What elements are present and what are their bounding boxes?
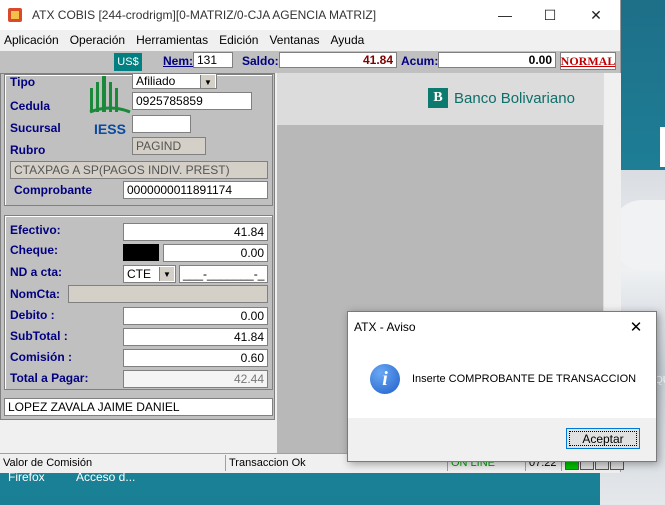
window-title: ATX COBIS [244-crodrigm][0-MATRIZ/0-CJA … — [32, 8, 377, 22]
comision-label: Comisión : — [10, 350, 72, 364]
rubro-label: Rubro — [10, 143, 46, 157]
menu-ayuda[interactable]: Ayuda — [327, 33, 372, 47]
client-name-field: LOPEZ ZAVALA JAIME DANIEL — [4, 398, 273, 416]
sucursal-label: Sucursal — [10, 121, 61, 135]
efectivo-field[interactable]: 41.84 — [123, 223, 268, 241]
tipo-label: Tipo — [10, 75, 36, 89]
cedula-field[interactable]: 0925785859 — [132, 92, 252, 110]
efectivo-label: Efectivo: — [10, 223, 61, 237]
debito-field[interactable]: 0.00 — [123, 307, 268, 325]
total-field: 42.44 — [123, 370, 268, 388]
maximize-button[interactable]: ☐ — [527, 0, 573, 30]
chevron-down-icon[interactable]: ▼ — [200, 75, 215, 88]
acum-field: 0.00 — [438, 52, 556, 68]
title-bar: ATX COBIS [244-crodrigm][0-MATRIZ/0-CJA … — [0, 0, 620, 30]
subtotal-field: 41.84 — [123, 328, 268, 346]
saldo-label: Saldo: — [242, 54, 279, 68]
tipo-value: Afiliado — [136, 74, 176, 88]
info-icon: i — [370, 364, 400, 394]
nd-label: ND a cta: — [10, 265, 63, 279]
total-label: Total a Pagar: — [10, 371, 89, 385]
close-button[interactable]: ✕ — [573, 0, 619, 30]
nd-type-value: CTE — [127, 267, 151, 281]
warning-dialog: ATX - Aviso ✕ i Inserte COMPROBANTE DE T… — [347, 311, 657, 462]
accept-button[interactable]: Aceptar — [566, 428, 640, 449]
saldo-field: 41.84 — [279, 52, 397, 68]
menu-bar: Aplicación Operación Herramientas Edició… — [0, 30, 620, 50]
iess-logo-text: IESS — [94, 121, 126, 137]
nem-label: Nem: — [163, 54, 194, 68]
dialog-message: Inserte COMPROBANTE DE TRANSACCION — [412, 373, 637, 385]
cedula-label: Cedula — [10, 99, 51, 113]
cheque-field[interactable]: 0.00 — [163, 244, 268, 262]
nd-type-select[interactable]: CTE ▼ — [123, 265, 176, 283]
menu-aplicacion[interactable]: Aplicación — [0, 33, 66, 47]
nomcta-label: NomCta: — [10, 287, 60, 301]
mode-indicator: NORMAL — [560, 52, 616, 70]
transaction-description: CTAXPAG A SP(PAGOS INDIV. PREST) — [10, 161, 268, 179]
transaction-panel: IESS Tipo Afiliado ▼ Cedula 0925785859 S… — [0, 73, 275, 420]
menu-ventanas[interactable]: Ventanas — [265, 33, 326, 47]
chevron-down-icon[interactable]: ▼ — [159, 267, 174, 281]
subtotal-label: SubTotal : — [10, 329, 68, 343]
sucursal-field[interactable] — [132, 115, 191, 133]
dialog-close-icon[interactable]: ✕ — [616, 312, 656, 342]
minimize-button[interactable]: — — [482, 0, 528, 30]
acum-label: Acum: — [401, 54, 439, 68]
comision-field: 0.60 — [123, 349, 268, 367]
comprobante-field[interactable]: 0000000011891174 — [123, 181, 268, 199]
status-hint: Valor de Comisión — [0, 455, 226, 471]
comprobante-label: Comprobante — [14, 183, 92, 197]
dialog-title-bar: ATX - Aviso ✕ — [348, 312, 656, 342]
desktop-window-edge — [660, 127, 665, 167]
bank-name: Banco Bolivariano — [454, 89, 575, 107]
bank-logo: B Banco Bolivariano — [428, 88, 575, 108]
dialog-body: i Inserte COMPROBANTE DE TRANSACCION — [348, 342, 656, 418]
menu-edicion[interactable]: Edición — [215, 33, 265, 47]
cheque-indicator[interactable] — [123, 244, 159, 261]
dialog-title: ATX - Aviso — [354, 320, 416, 334]
iess-logo-icon: IESS — [89, 76, 131, 137]
app-icon — [8, 8, 22, 22]
bank-mark-icon: B — [428, 88, 448, 108]
menu-operacion[interactable]: Operación — [66, 33, 132, 47]
cheque-label: Cheque: — [10, 243, 58, 257]
tipo-select[interactable]: Afiliado ▼ — [132, 73, 217, 89]
nd-account-field[interactable]: ___-_______-_ — [179, 265, 268, 283]
debito-label: Debito : — [10, 308, 55, 322]
nomcta-field — [68, 285, 268, 303]
nem-field[interactable]: 131 — [193, 52, 233, 68]
currency-badge: US$ — [114, 53, 142, 71]
toolbar: US$ Nem: 131 Saldo: 41.84 Acum: 0.00 NOR… — [0, 51, 620, 73]
menu-herramientas[interactable]: Herramientas — [132, 33, 215, 47]
rubro-field: PAGIND — [132, 137, 206, 155]
